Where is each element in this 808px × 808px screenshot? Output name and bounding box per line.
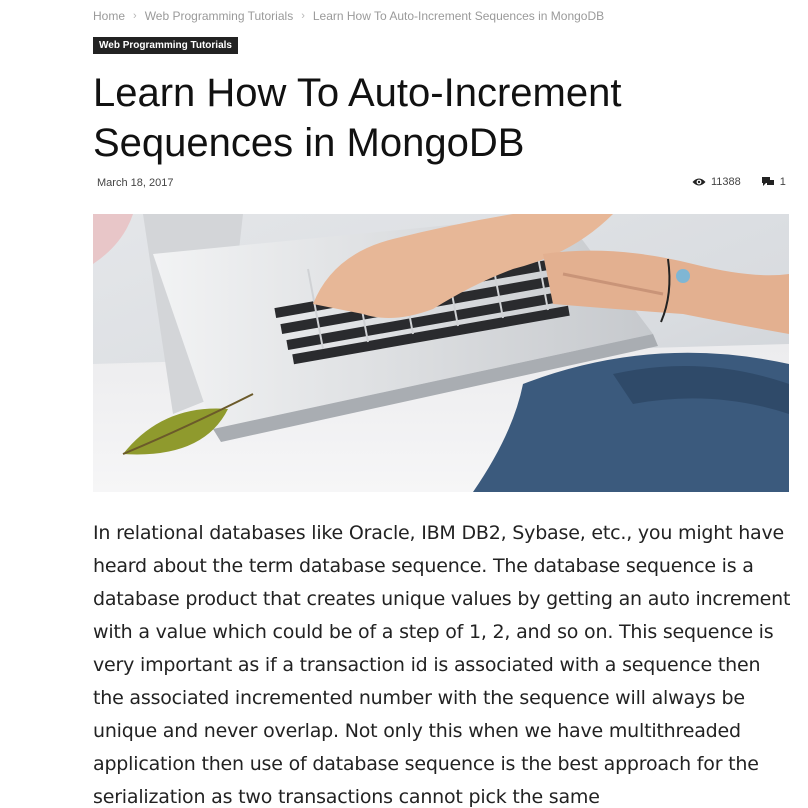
breadcrumb-separator: ›	[301, 10, 305, 22]
comments-count[interactable]: 1	[780, 176, 786, 188]
breadcrumb-current: Learn How To Auto-Increment Sequences in…	[312, 9, 605, 23]
breadcrumb: Home › Web Programming Tutorials › Learn…	[93, 9, 604, 23]
views-count: 11388	[711, 176, 741, 188]
post-date: March 18, 2017	[97, 177, 174, 189]
category-badge[interactable]: Web Programming Tutorials	[93, 37, 238, 54]
eye-icon	[692, 177, 706, 187]
breadcrumb-separator: ›	[133, 10, 137, 22]
breadcrumb-home-link[interactable]: Home	[93, 9, 125, 23]
post-meta: 11388 1	[692, 176, 786, 188]
featured-image	[93, 214, 789, 492]
page-title: Learn How To Auto-Increment Sequences in…	[93, 71, 622, 165]
comment-icon[interactable]	[761, 177, 774, 187]
article-body: In relational databases like Oracle, IBM…	[93, 522, 791, 808]
breadcrumb-category-link[interactable]: Web Programming Tutorials	[145, 9, 294, 23]
